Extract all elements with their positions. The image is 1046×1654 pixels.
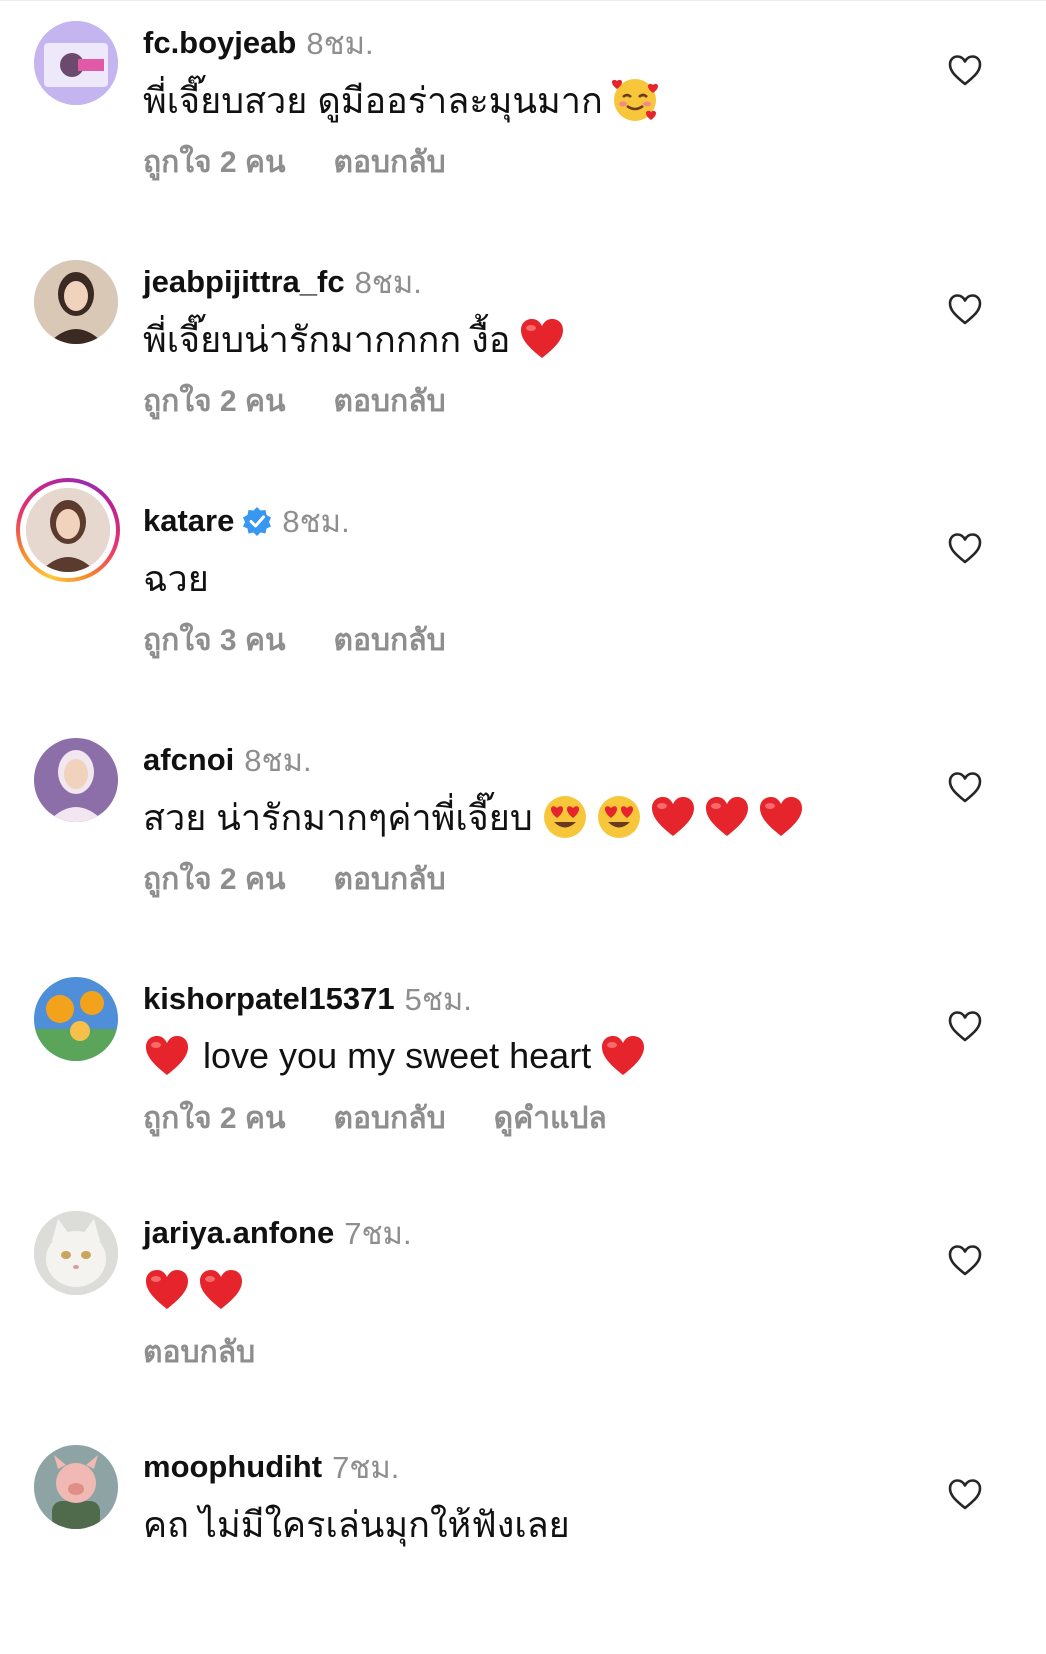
comment-item: moophudiht 7ชม. คถ ไม่มีใครเล่นมุกให้ฟังเล… (0, 1424, 1046, 1654)
red-heart-icon (703, 793, 751, 841)
comment-body: love you my sweet heart (143, 1030, 653, 1082)
comment-text: love you my sweet heart (203, 1035, 592, 1076)
red-heart-icon (757, 793, 805, 841)
comment-header: jeabpijittra_fc 8ชม. (143, 263, 422, 301)
avatar[interactable] (26, 488, 110, 572)
comment-text: พี่เจี๊ยบน่ารักมากกกก งื้อ (143, 318, 511, 360)
comment-header: katare 8ชม. (143, 502, 350, 540)
like-count-link[interactable]: ถูกใจ 3 คน (143, 617, 286, 664)
comment-actions: ถูกใจ 2 คน ตอบกลับ (143, 859, 494, 899)
like-count-link[interactable]: ถูกใจ 2 คน (143, 139, 286, 186)
comment-actions: ถูกใจ 2 คน ตอบกลับ (143, 142, 494, 182)
comment-timestamp: 8ชม. (244, 743, 312, 778)
username-link[interactable]: fc.boyjeab (143, 25, 296, 61)
like-comment-heart-icon[interactable] (946, 768, 984, 806)
heart-eyes-icon (541, 793, 589, 841)
comment-body: พี่เจี๊ยบสวย ดูมีออร่าละมุนมาก (143, 74, 665, 126)
like-comment-heart-icon[interactable] (946, 529, 984, 567)
comment-body: ฉวย (143, 552, 209, 604)
trailing-emoji-group (611, 76, 665, 124)
comment-item: fc.boyjeab 8ชม. พี่เจี๊ยบสวย ดูมีออร่าละมุ… (0, 0, 1046, 230)
comment-text: สวย น่ารักมากๆค่าพี่เจี๊ยบ (143, 796, 533, 838)
see-translation-link[interactable]: ดูคำแปล (494, 1095, 607, 1142)
comment-body: สวย น่ารักมากๆค่าพี่เจี๊ยบ (143, 791, 811, 843)
comment-text: ฉวย (143, 557, 209, 599)
comment-body (143, 1264, 251, 1316)
like-count-link[interactable]: ถูกใจ 2 คน (143, 378, 286, 425)
like-count-link[interactable]: ถูกใจ 2 คน (143, 856, 286, 903)
red-heart-icon (649, 793, 697, 841)
comment-header: fc.boyjeab 8ชม. (143, 24, 374, 62)
comment-timestamp: 8ชม. (306, 26, 374, 61)
avatar[interactable] (34, 21, 118, 105)
comment-item: katare 8ชม. ฉวย ถูกใจ 3 คน ตอบกลับ (0, 478, 1046, 708)
reply-button[interactable]: ตอบกลับ (143, 1329, 255, 1376)
comment-actions: ถูกใจ 2 คน ตอบกลับ ดูคำแปล (143, 1098, 655, 1138)
comment-header: kishorpatel15371 5ชม. (143, 980, 472, 1018)
leading-emoji-group (143, 1032, 197, 1080)
comment-timestamp: 7ชม. (332, 1450, 400, 1485)
comment-actions: ถูกใจ 2 คน ตอบกลับ (143, 381, 494, 421)
username-link[interactable]: kishorpatel15371 (143, 981, 395, 1017)
comment-text: พี่เจี๊ยบสวย ดูมีออร่าละมุนมาก (143, 79, 603, 121)
reply-button[interactable]: ตอบกลับ (334, 1095, 446, 1142)
avatar[interactable] (34, 1445, 118, 1529)
reply-button[interactable]: ตอบกลับ (334, 856, 446, 903)
smiling-face-with-hearts-icon (611, 76, 659, 124)
verified-badge-icon (242, 506, 272, 536)
comment-text: คถ ไม่มีใครเล่นมุกให้ฟังเลย (143, 1503, 570, 1545)
username-link[interactable]: moophudiht (143, 1449, 322, 1485)
red-heart-icon (518, 315, 566, 363)
like-comment-heart-icon[interactable] (946, 1241, 984, 1279)
trailing-emoji-group (143, 1266, 251, 1314)
trailing-emoji-group (599, 1032, 653, 1080)
comment-body: คถ ไม่มีใครเล่นมุกให้ฟังเลย (143, 1498, 570, 1550)
red-heart-icon (143, 1266, 191, 1314)
reply-button[interactable]: ตอบกลับ (334, 378, 446, 425)
reply-button[interactable]: ตอบกลับ (334, 139, 446, 186)
like-comment-heart-icon[interactable] (946, 51, 984, 89)
comment-item: kishorpatel15371 5ชม. love you my sweet he… (0, 956, 1046, 1186)
reply-button[interactable]: ตอบกลับ (334, 617, 446, 664)
like-count-link[interactable]: ถูกใจ 2 คน (143, 1095, 286, 1142)
comment-header: moophudiht 7ชม. (143, 1448, 399, 1486)
red-heart-icon (599, 1032, 647, 1080)
story-ring[interactable] (16, 478, 120, 582)
username-link[interactable]: jariya.anfone (143, 1215, 334, 1251)
comment-header: jariya.anfone 7ชม. (143, 1214, 412, 1252)
like-comment-heart-icon[interactable] (946, 1475, 984, 1513)
avatar[interactable] (34, 260, 118, 344)
red-heart-icon (143, 1032, 191, 1080)
comment-item: jeabpijittra_fc 8ชม. พี่เจี๊ยบน่ารักมากกกก… (0, 239, 1046, 469)
comment-timestamp: 5ชม. (404, 982, 472, 1017)
username-link[interactable]: katare (143, 503, 234, 539)
avatar[interactable] (34, 738, 118, 822)
comment-timestamp: 8ชม. (354, 265, 422, 300)
comment-item: jariya.anfone 7ชม. ตอบกลับ (0, 1190, 1046, 1420)
username-link[interactable]: jeabpijittra_fc (143, 264, 345, 300)
comment-item: afcnoi 8ชม. สวย น่ารักมากๆค่าพี่เจี๊ยบถูกใ… (0, 717, 1046, 947)
comment-timestamp: 8ชม. (282, 504, 350, 539)
username-link[interactable]: afcnoi (143, 742, 234, 778)
comment-actions: ตอบกลับ (143, 1332, 303, 1372)
comment-actions: ถูกใจ 3 คน ตอบกลับ (143, 620, 494, 660)
trailing-emoji-group (541, 793, 811, 841)
comment-header: afcnoi 8ชม. (143, 741, 312, 779)
trailing-emoji-group (518, 315, 572, 363)
comment-timestamp: 7ชม. (344, 1216, 412, 1251)
avatar[interactable] (34, 977, 118, 1061)
like-comment-heart-icon[interactable] (946, 290, 984, 328)
red-heart-icon (197, 1266, 245, 1314)
heart-eyes-icon (595, 793, 643, 841)
comment-body: พี่เจี๊ยบน่ารักมากกกก งื้อ (143, 313, 572, 365)
like-comment-heart-icon[interactable] (946, 1007, 984, 1045)
avatar[interactable] (34, 1211, 118, 1295)
